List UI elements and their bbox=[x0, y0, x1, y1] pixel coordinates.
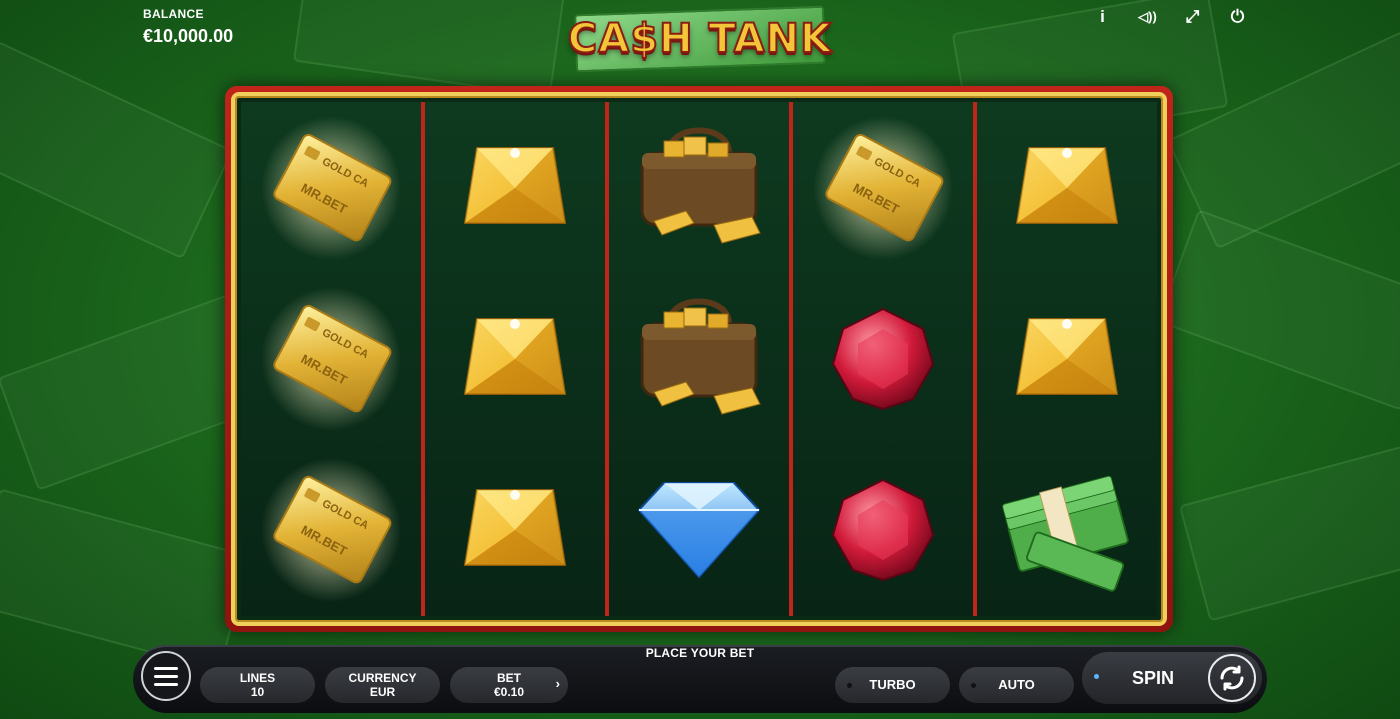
gold-card-symbol: GOLD CA MR.BET bbox=[256, 284, 406, 434]
power-icon[interactable]: ⏻ bbox=[1215, 6, 1260, 28]
money-bag-symbol bbox=[624, 284, 774, 434]
auto-indicator bbox=[971, 683, 976, 688]
logo-text: CA$H TANK bbox=[567, 15, 833, 63]
balance-label: BALANCE bbox=[143, 7, 204, 21]
auto-button[interactable]: AUTO bbox=[959, 667, 1074, 703]
fullscreen-icon[interactable]: ⤢ bbox=[1170, 6, 1215, 28]
turbo-label: TURBO bbox=[869, 677, 916, 692]
gold-gem-symbol bbox=[992, 113, 1142, 263]
reel-1: GOLD CA MR.BET GOLD CA MR.BET GOLD CA MR… bbox=[241, 102, 421, 616]
gold-gem-symbol bbox=[440, 113, 590, 263]
cash-stack-symbol bbox=[992, 455, 1142, 605]
currency-label: CURRENCY bbox=[348, 671, 417, 685]
lines-label: LINES bbox=[239, 671, 276, 685]
balance-display: BALANCE €10,000.00 bbox=[143, 7, 233, 47]
menu-icon-line bbox=[154, 682, 178, 686]
menu-icon-line bbox=[154, 666, 178, 670]
gold-gem-symbol bbox=[992, 284, 1142, 434]
reel-2 bbox=[421, 102, 605, 616]
turbo-button[interactable]: TURBO bbox=[835, 667, 950, 703]
sound-icon[interactable]: ◁)) bbox=[1125, 6, 1170, 28]
turbo-indicator bbox=[847, 683, 852, 688]
blue-diamond-symbol bbox=[624, 455, 774, 605]
chevron-right-icon[interactable]: › bbox=[556, 677, 560, 691]
spin-label: SPIN bbox=[1132, 668, 1175, 688]
info-icon[interactable]: i bbox=[1080, 6, 1125, 28]
game-logo: CA$H TANK bbox=[562, 4, 838, 74]
bet-value: €0.10 bbox=[493, 685, 525, 699]
menu-icon-line bbox=[154, 674, 178, 678]
spin-refresh-icon[interactable] bbox=[1208, 654, 1256, 702]
reel-3 bbox=[605, 102, 789, 616]
gold-card-symbol: GOLD CA MR.BET bbox=[808, 113, 958, 263]
balance-value: €10,000.00 bbox=[143, 26, 234, 46]
currency-value: EUR bbox=[369, 685, 396, 699]
bet-selector[interactable]: BET €0.10 › bbox=[450, 667, 568, 703]
lines-selector[interactable]: LINES 10 bbox=[200, 667, 315, 703]
auto-label: AUTO bbox=[998, 677, 1035, 692]
lines-value: 10 bbox=[250, 685, 265, 699]
money-bag-symbol bbox=[624, 113, 774, 263]
gold-gem-symbol bbox=[440, 455, 590, 605]
currency-selector[interactable]: CURRENCY EUR bbox=[325, 667, 440, 703]
spin-indicator bbox=[1094, 674, 1099, 679]
reel-area: GOLD CA MR.BET GOLD CA MR.BET GOLD CA MR… bbox=[231, 92, 1167, 626]
ruby-symbol bbox=[808, 455, 958, 605]
reel-4: GOLD CA MR.BET bbox=[789, 102, 973, 616]
reel-frame: GOLD CA MR.BET GOLD CA MR.BET GOLD CA MR… bbox=[225, 86, 1173, 632]
gold-card-symbol: GOLD CA MR.BET bbox=[256, 113, 406, 263]
bet-label: BET bbox=[497, 671, 521, 685]
reel-5 bbox=[973, 102, 1157, 616]
gold-gem-symbol bbox=[440, 284, 590, 434]
spin-button[interactable]: SPIN bbox=[1082, 652, 1262, 704]
menu-button[interactable] bbox=[141, 651, 191, 701]
gold-card-symbol: GOLD CA MR.BET bbox=[256, 455, 406, 605]
ruby-symbol bbox=[808, 284, 958, 434]
top-icon-bar: i ◁)) ⤢ ⏻ bbox=[1080, 6, 1260, 28]
